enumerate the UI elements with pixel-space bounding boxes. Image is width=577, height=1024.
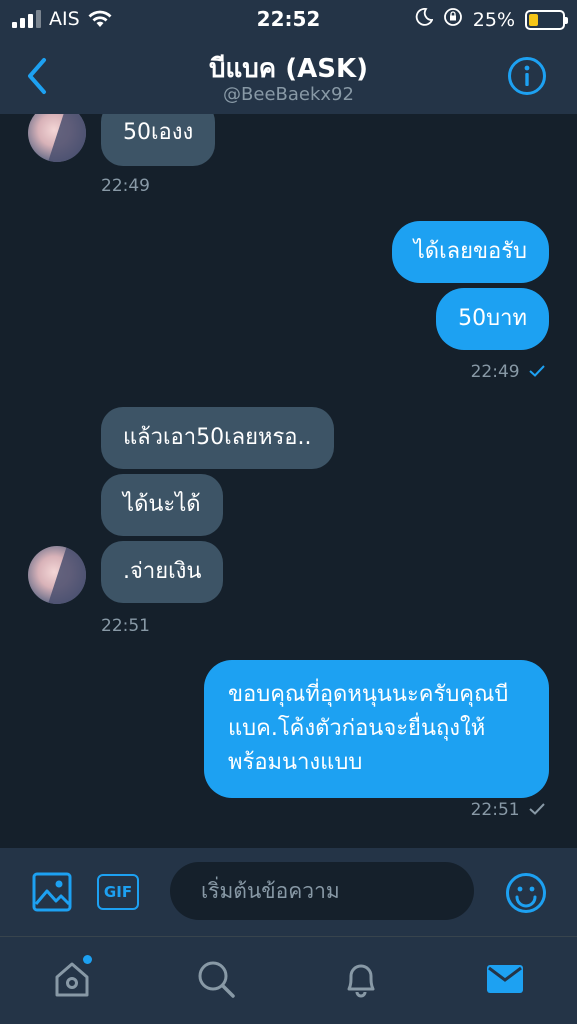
battery-percent: 25% bbox=[472, 8, 515, 31]
message-text: .จ่ายเงิน bbox=[123, 559, 202, 584]
tab-bar bbox=[0, 936, 577, 1024]
incoming-message[interactable]: .จ่ายเงิน bbox=[101, 541, 224, 603]
check-icon bbox=[529, 803, 545, 815]
outgoing-message[interactable]: ขอบคุณที่อุดหนุนนะครับคุณบี แบค.โค้งตัวก… bbox=[204, 660, 549, 798]
timestamp-text: 22:51 bbox=[470, 800, 520, 820]
incoming-message[interactable]: แล้วเอา50เลยหรอ.. bbox=[101, 407, 334, 469]
avatar[interactable] bbox=[28, 114, 86, 162]
timestamp-text: 22:49 bbox=[470, 362, 520, 382]
message-composer: GIF เริ่มต้นข้อความ bbox=[0, 848, 577, 936]
gif-button[interactable]: GIF bbox=[97, 874, 139, 910]
moon-icon bbox=[415, 8, 434, 31]
message-text: ได้เลยขอรับ bbox=[413, 239, 527, 264]
check-icon bbox=[529, 365, 545, 377]
message-text: แล้วเอา50เลยหรอ.. bbox=[123, 425, 312, 450]
emoji-icon[interactable] bbox=[505, 872, 547, 914]
message-text: ได้นะได้ bbox=[123, 492, 201, 517]
message-text-line: แบค.โค้งตัวก่อนจะยื่นถุงให้ bbox=[228, 716, 486, 741]
status-bar: AIS 22:52 25% bbox=[0, 0, 577, 38]
bell-icon[interactable] bbox=[341, 959, 381, 999]
message-input[interactable]: เริ่มต้นข้อความ bbox=[170, 862, 474, 920]
message-timestamp: 22:51 bbox=[101, 616, 150, 636]
notification-dot bbox=[83, 955, 92, 964]
incoming-message[interactable]: 50เองง bbox=[101, 114, 216, 166]
conversation-title: บีแบค (ASK) bbox=[209, 54, 368, 84]
mail-icon[interactable] bbox=[485, 959, 525, 999]
message-text: 50บาท bbox=[458, 306, 527, 331]
info-icon[interactable] bbox=[507, 56, 547, 96]
incoming-message[interactable]: ได้นะได้ bbox=[101, 474, 223, 536]
rotation-lock-icon bbox=[443, 7, 463, 32]
message-timestamp: 22:49 bbox=[471, 362, 545, 382]
message-timestamp: 22:49 bbox=[101, 176, 150, 196]
message-text-line: พร้อมนางแบบ bbox=[228, 750, 363, 775]
avatar[interactable] bbox=[28, 546, 86, 604]
conversation-handle: @BeeBaekx92 bbox=[223, 84, 354, 105]
outgoing-message[interactable]: ได้เลยขอรับ bbox=[391, 221, 549, 283]
message-timestamp: 22:51 bbox=[471, 800, 545, 820]
image-icon[interactable] bbox=[32, 872, 72, 912]
conversation-header: บีแบค (ASK) @BeeBaekx92 bbox=[0, 38, 577, 114]
message-list: 50เองง 22:49 ได้เลยขอรับ 50บาท 22:49 แล้… bbox=[0, 114, 577, 848]
home-icon[interactable] bbox=[52, 959, 92, 999]
message-text-line: ขอบคุณที่อุดหนุนนะครับคุณบี bbox=[228, 682, 509, 707]
message-text: 50เองง bbox=[123, 120, 194, 145]
battery-icon bbox=[525, 9, 568, 30]
outgoing-message[interactable]: 50บาท bbox=[436, 288, 549, 350]
search-icon[interactable] bbox=[196, 959, 236, 999]
